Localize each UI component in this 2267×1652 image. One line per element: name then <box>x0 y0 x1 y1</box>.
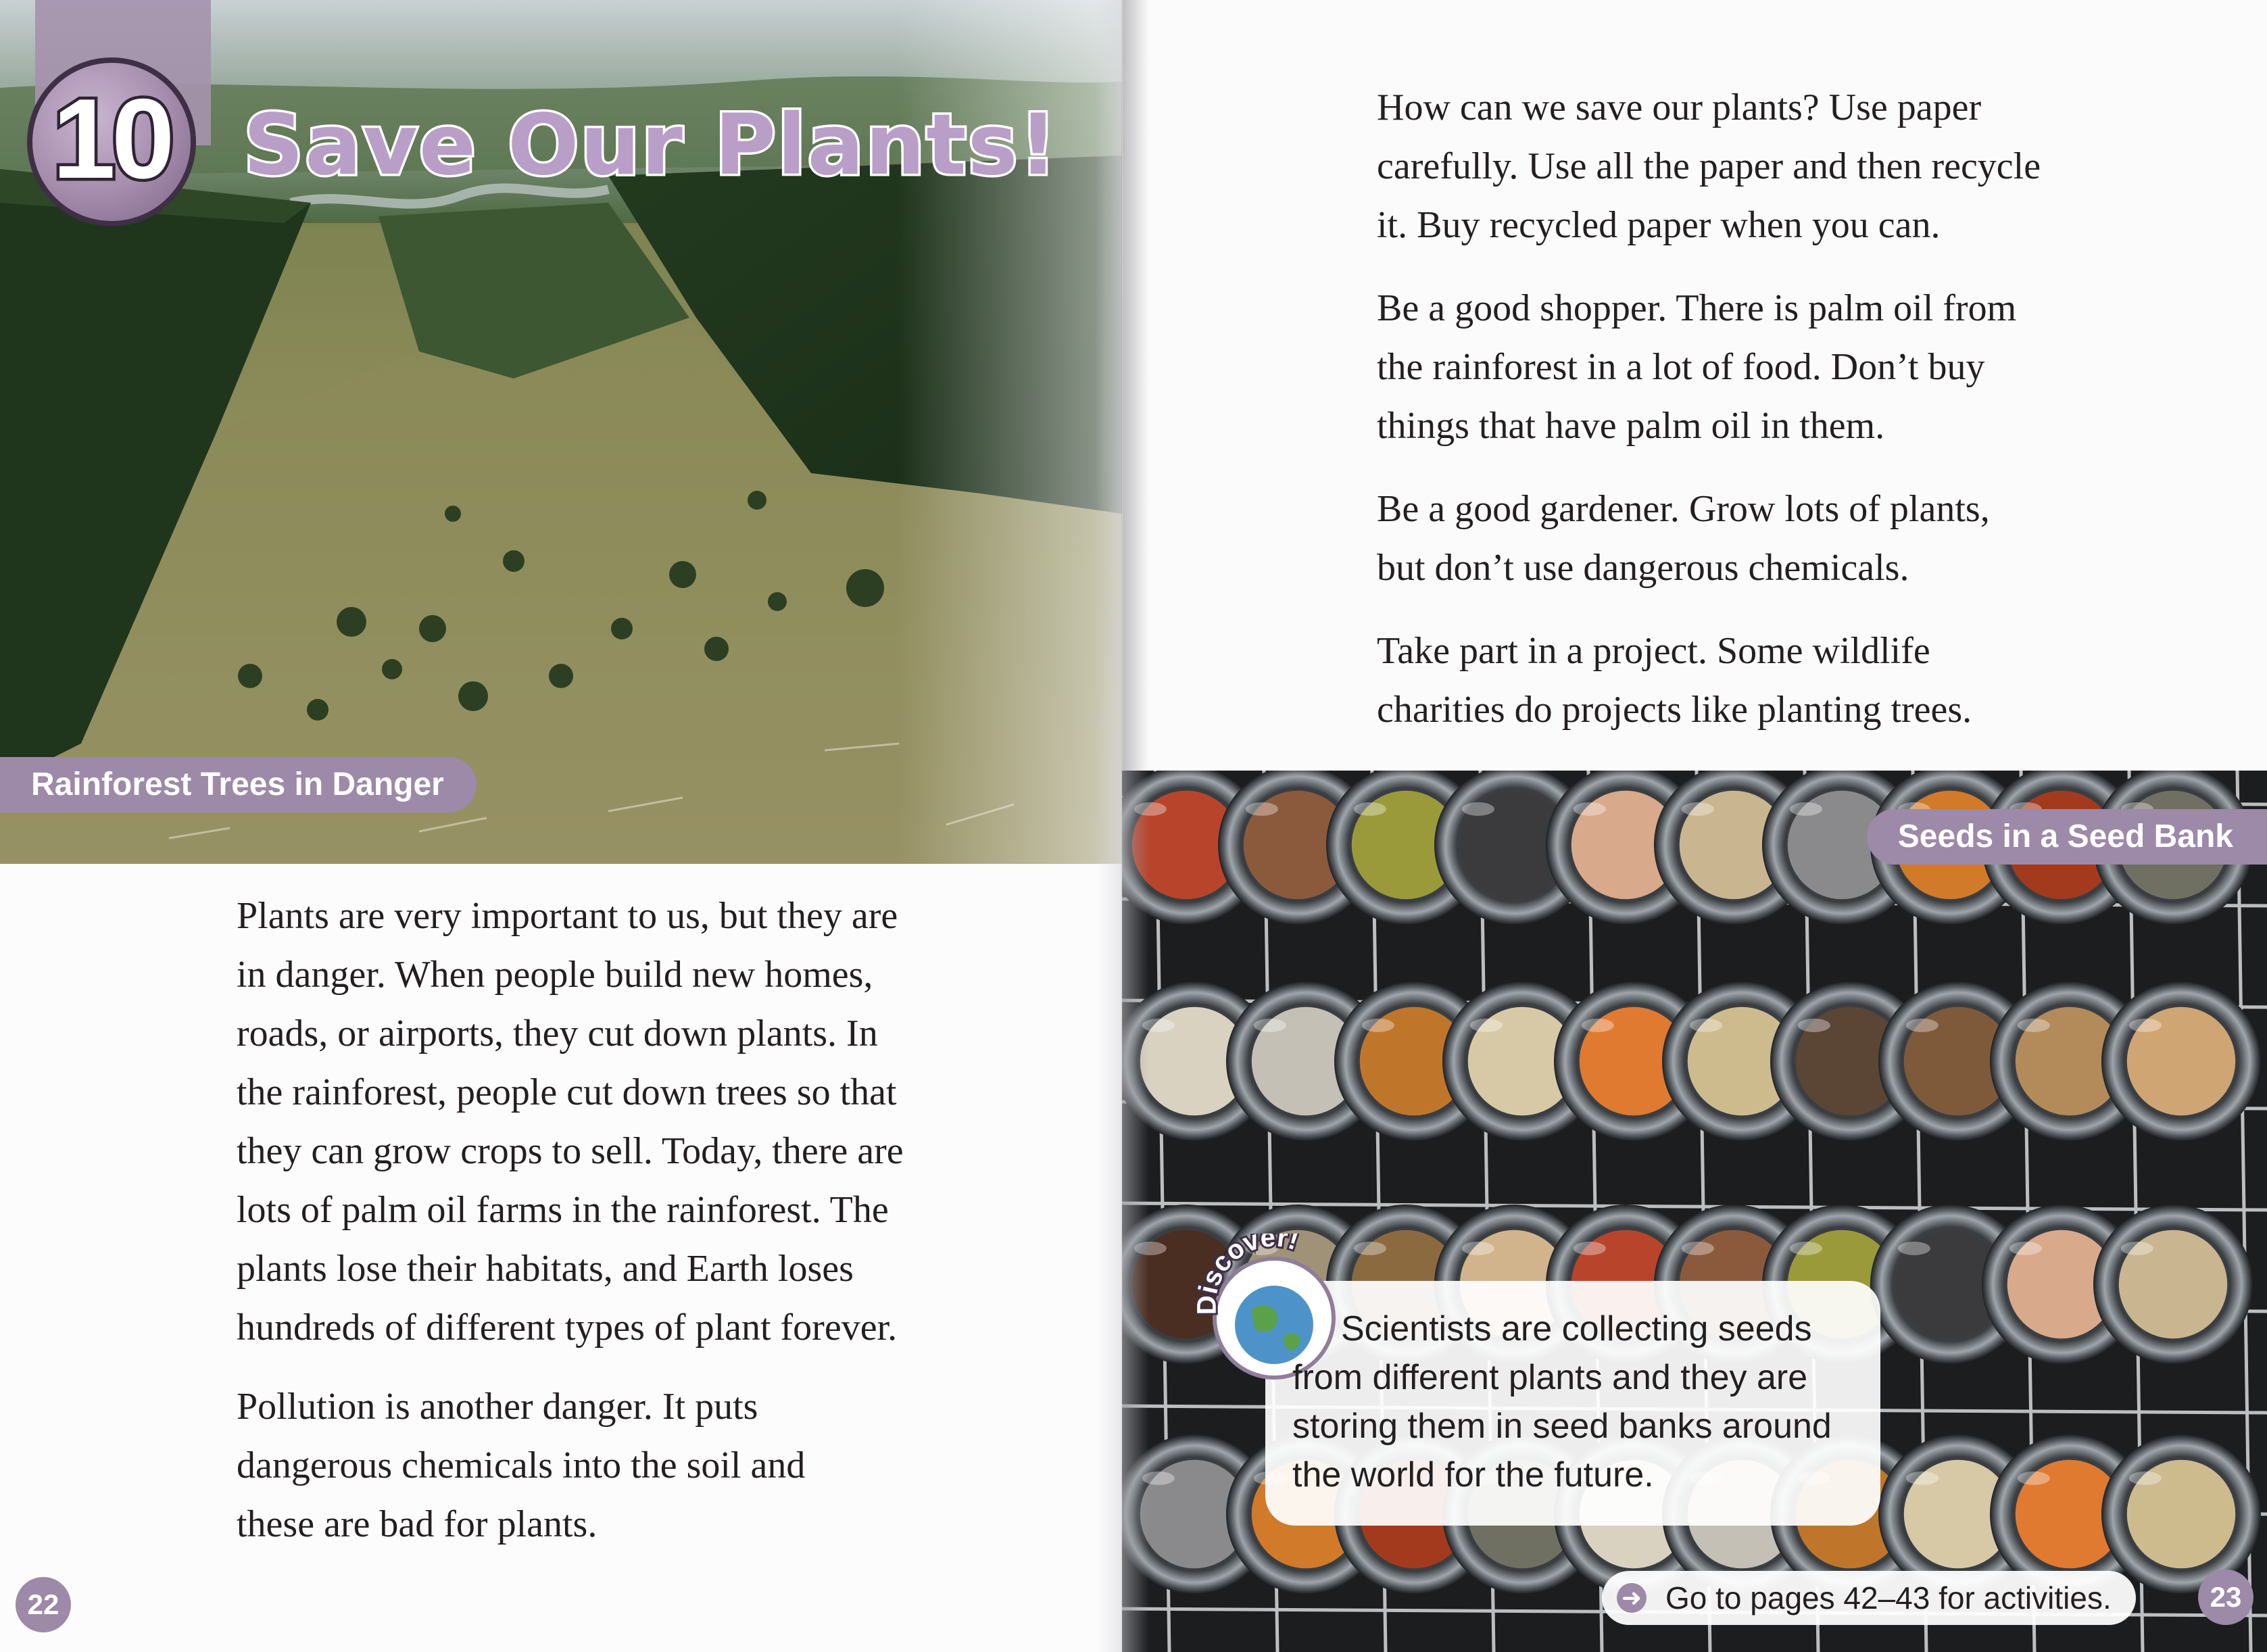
jar-highlight <box>1681 802 1714 816</box>
jar-highlight <box>1142 1471 1175 1485</box>
jar-highlight <box>1797 1018 1830 1032</box>
jar-highlight <box>1573 802 1606 816</box>
jar-highlight <box>2017 1471 2050 1485</box>
jar-highlight <box>1689 1018 1722 1032</box>
jar-highlight <box>1461 1241 1494 1255</box>
jar-highlight <box>2128 1471 2162 1485</box>
jar-highlight <box>1789 1241 1822 1255</box>
jar-highlight <box>1469 1018 1503 1032</box>
text-line: in danger. When people build new homes, <box>237 954 873 996</box>
jar-highlight <box>1253 1018 1286 1032</box>
paragraph: Be a good gardener. Grow lots of plants,… <box>1377 480 2041 598</box>
jar-highlight <box>1361 1018 1394 1032</box>
activities-link-label[interactable]: Go to pages 42–43 for activities. <box>1665 1571 2112 1625</box>
jar-highlight <box>1573 1241 1606 1255</box>
jar-highlight <box>1789 802 1822 816</box>
text-line: these are bad for plants. <box>237 1503 598 1545</box>
jar-highlight <box>2128 1018 2162 1032</box>
text-line: from different plants and they are <box>1292 1358 1808 1397</box>
text-line: dangerous chemicals into the soil and <box>237 1444 806 1486</box>
text-line: the rainforest, people cut down trees so… <box>237 1071 897 1113</box>
jar-highlight <box>1353 802 1386 816</box>
left-page-body: Plants are very important to us, but the… <box>237 887 904 1574</box>
text-line: carefully. Use all the paper and then re… <box>1377 145 2041 187</box>
discover-fact-text: Scientists are collecting seeds from dif… <box>1292 1305 1832 1499</box>
text-line: charities do projects like planting tree… <box>1377 689 1972 731</box>
seed-jar <box>2101 981 2261 1141</box>
jar-highlight <box>1134 1241 1167 1255</box>
right-page-body: How can we save our plants? Use paper ca… <box>1377 78 2041 764</box>
text-line: it. Buy recycled paper when you can. <box>1377 204 1941 246</box>
jar-highlight <box>1897 1241 1930 1255</box>
jar-highlight <box>2009 1241 2042 1255</box>
jar-highlight <box>1142 1018 1175 1032</box>
text-line: Be a good shopper. There is palm oil fro… <box>1377 287 2017 329</box>
chapter-title: Save Our Plants! <box>241 95 1059 197</box>
jar-highlight <box>2120 1241 2153 1255</box>
text-line: Take part in a project. Some wildlife <box>1377 630 1930 672</box>
paragraph: Be a good shopper. There is palm oil fro… <box>1377 279 2041 456</box>
jar-highlight <box>1245 802 1278 816</box>
text-line: How can we save our plants? Use paper <box>1377 87 1982 128</box>
jar-highlight <box>1353 1241 1386 1255</box>
text-line: the world for the future. <box>1292 1455 1654 1495</box>
text-line: hundreds of different types of plant for… <box>237 1307 898 1349</box>
text-line: Plants are very important to us, but the… <box>237 895 898 937</box>
jar-highlight <box>1581 1018 1614 1032</box>
text-line: plants lose their habitats, and Earth lo… <box>237 1248 854 1290</box>
rainforest-photo-caption: Rainforest Trees in Danger <box>0 757 477 812</box>
seed-jar <box>2093 1205 2253 1364</box>
text-line: Pollution is another danger. It puts <box>237 1386 758 1428</box>
paragraph: How can we save our plants? Use paper ca… <box>1377 78 2041 255</box>
paragraph: Take part in a project. Some wildlife ch… <box>1377 622 2041 739</box>
arrow-right-icon: ➜ <box>1617 1583 1647 1613</box>
page-number-left: 22 <box>16 1577 71 1632</box>
jar-highlight <box>1905 1471 1939 1485</box>
activities-link[interactable]: ➜ Go to pages 42–43 for activities. <box>1602 1571 2136 1625</box>
jar-highlight <box>1461 802 1494 816</box>
seed-bank-photo-caption: Seeds in a Seed Bank <box>1866 809 2267 865</box>
jar-highlight <box>1681 1241 1714 1255</box>
text-line: Scientists are collecting seeds <box>1341 1309 1812 1349</box>
seed-jar <box>2101 1434 2261 1594</box>
paragraph: Pollution is another danger. It puts dan… <box>237 1378 904 1554</box>
jar-highlight <box>1134 802 1167 816</box>
jar-highlight <box>1905 1018 1939 1032</box>
text-line: lots of palm oil farms in the rainforest… <box>237 1189 889 1231</box>
text-line: roads, or airports, they cut down plants… <box>237 1013 878 1054</box>
paragraph: Plants are very important to us, but the… <box>237 887 904 1357</box>
page-number-right: 23 <box>2198 1570 2253 1625</box>
jar-highlight <box>2017 1018 2050 1032</box>
text-line: the rainforest in a lot of food. Don’t b… <box>1377 346 1985 388</box>
text-line: things that have palm oil in them. <box>1377 405 1885 447</box>
chapter-number: 10 <box>49 72 178 205</box>
text-line: Be a good gardener. Grow lots of plants, <box>1377 488 1990 530</box>
text-line: but don’t use dangerous chemicals. <box>1377 547 1909 589</box>
text-line: they can grow crops to sell. Today, ther… <box>237 1130 904 1172</box>
text-line: storing them in seed banks around <box>1292 1407 1832 1446</box>
